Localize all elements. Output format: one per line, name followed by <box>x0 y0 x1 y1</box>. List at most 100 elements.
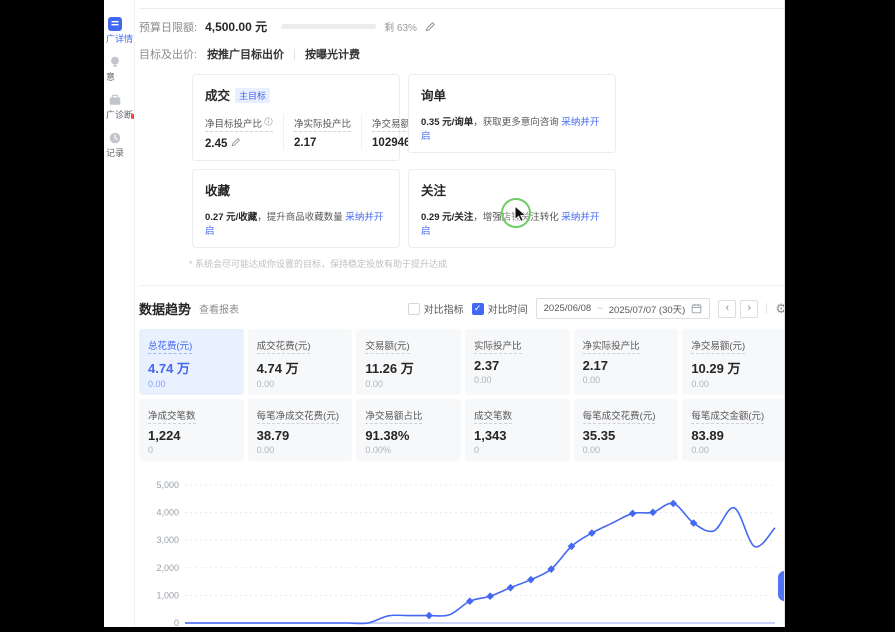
sidebar-item-diagnosis[interactable]: 广诊断 <box>106 92 133 121</box>
trend-metric-card[interactable]: 每笔成交金额(元) 83.89 0.00 <box>682 399 785 461</box>
mouse-cursor-icon <box>512 205 528 223</box>
svg-text:1,000: 1,000 <box>156 590 179 600</box>
metric-label: 成交笔数 <box>474 411 512 424</box>
goal-bid-label: 目标及出价: <box>139 46 197 62</box>
sidebar-item-label: 意 <box>106 70 115 83</box>
deal-metric: 净目标投产比 2.45 <box>205 114 283 150</box>
metric-label: 总花费(元) <box>148 341 192 354</box>
sidebar-item-idea[interactable]: 意 <box>106 54 122 83</box>
metric-value: 2.37 <box>474 358 561 373</box>
budget-remaining: 剩 63% <box>384 19 417 34</box>
trend-title: 数据趋势 <box>139 299 191 318</box>
trend-metric-card[interactable]: 净实际投产比 2.17 0.00 <box>574 329 679 395</box>
metric-value: 83.89 <box>691 428 778 443</box>
main-content: 预算日限额: 4,500.00 元 剩 63% 目标及出价: 按推广目标出价 按… <box>135 0 785 627</box>
trend-metric-card[interactable]: 净交易额占比 91.38% 0.00% <box>356 399 461 461</box>
budget-row: 预算日限额: 4,500.00 元 剩 63% <box>139 18 785 35</box>
metric-compare-value: 0.00 <box>148 379 235 389</box>
metric-value: 10.29 万 <box>691 358 778 377</box>
compare-time-label: 对比时间 <box>488 301 528 316</box>
section-divider <box>139 285 785 286</box>
goal-card-inquiry[interactable]: 询单 0.35 元/询单，获取更多意向咨询 采纳并开启 <box>408 74 616 153</box>
view-report-link[interactable]: 查看报表 <box>199 301 239 316</box>
deal-metric: 净实际投产比 2.17 <box>283 114 361 150</box>
edit-budget-button[interactable] <box>425 21 436 32</box>
settings-gear-icon[interactable]: ⚙ <box>775 301 785 317</box>
compare-time-toggle[interactable]: ✓ 对比时间 <box>472 301 528 316</box>
trend-header: 数据趋势 查看报表 对比指标 ✓ 对比时间 2025/06/08 ~ 2025/0… <box>139 298 785 319</box>
calendar-icon <box>691 303 702 314</box>
trend-metric-card[interactable]: 成交笔数 1,343 0 <box>465 399 570 461</box>
metric-compare-value: 0.00 <box>257 445 344 455</box>
sidebar-item-campaign-detail[interactable]: 广详情 <box>106 16 133 45</box>
metric-value: 2.45 <box>205 138 227 150</box>
metric-value: 2.17 <box>294 137 316 149</box>
metric-compare-value: 0.00 <box>365 379 452 389</box>
sidebar-item-label: 广详情 <box>106 32 133 45</box>
metric-compare-value: 0.00 <box>583 445 670 455</box>
svg-text:5,000: 5,000 <box>156 480 179 490</box>
bid-by-goal-tab[interactable]: 按推广目标出价 <box>207 46 284 62</box>
metric-compare-value: 0 <box>474 445 561 455</box>
history-icon <box>107 130 122 145</box>
sidebar-item-label: 记录 <box>106 146 124 159</box>
info-icon[interactable] <box>264 117 273 129</box>
trend-metric-card[interactable]: 总花费(元) 4.74 万 0.00 <box>139 329 244 395</box>
metric-compare-value: 0.00 <box>691 445 778 455</box>
trend-metric-card[interactable]: 交易额(元) 11.26 万 0.00 <box>356 329 461 395</box>
metric-value: 1,224 <box>148 428 235 443</box>
primary-goal-badge: 主目标 <box>235 88 270 103</box>
goal-note: * 系统会尽可能达成你设置的目标，保持稳定投放有助于提升达成 <box>189 257 785 270</box>
prev-period-button[interactable]: ‹ <box>718 300 736 318</box>
metric-value: 4.74 万 <box>257 358 344 377</box>
metric-label: 成交花费(元) <box>257 341 311 354</box>
trend-metric-grid: 总花费(元) 4.74 万 0.00 成交花费(元) 4.74 万 0.00 交… <box>139 329 785 461</box>
follow-price: 0.29 元/关注 <box>421 212 473 223</box>
svg-text:3,000: 3,000 <box>156 535 179 545</box>
metric-label: 净实际投产比 <box>294 116 351 130</box>
trend-metric-card[interactable]: 净成交笔数 1,224 0 <box>139 399 244 461</box>
trend-metric-card[interactable]: 成交花费(元) 4.74 万 0.00 <box>248 329 353 395</box>
metric-compare-value: 0.00 <box>474 375 561 385</box>
goal-card-deal[interactable]: 成交主目标 净目标投产比 2.45 净实际投产比 2.17 <box>192 74 400 161</box>
metric-compare-value: 0.00 <box>257 379 344 389</box>
favorite-desc: ，提升商品收藏数量 <box>257 212 345 223</box>
svg-text:4,000: 4,000 <box>156 508 179 518</box>
metric-value: 11.26 万 <box>365 358 452 377</box>
metric-label: 净交易额占比 <box>365 411 422 424</box>
svg-text:2,000: 2,000 <box>156 563 179 573</box>
metric-compare-value: 0.00 <box>691 379 778 389</box>
sidebar-item-label: 广诊断 <box>106 108 133 121</box>
bid-by-impression-tab[interactable]: 按曝光计费 <box>305 46 360 62</box>
metric-label: 净实际投产比 <box>583 341 640 354</box>
budget-progress-bar <box>281 24 376 29</box>
floating-side-button[interactable] <box>778 571 785 601</box>
date-pager: ‹ › <box>718 300 758 318</box>
edit-bid-button[interactable] <box>231 137 241 150</box>
trend-metric-card[interactable]: 实际投产比 2.37 0.00 <box>465 329 570 395</box>
trend-controls: 对比指标 ✓ 对比时间 2025/06/08 ~ 2025/07/07 (30天)… <box>408 298 785 319</box>
sidebar-item-history[interactable]: 记录 <box>106 130 124 159</box>
goal-card-title: 成交 <box>205 85 230 104</box>
goal-bid-row: 目标及出价: 按推广目标出价 按曝光计费 <box>139 46 785 62</box>
pencil-icon <box>425 21 436 32</box>
goal-card-favorite[interactable]: 收藏 0.27 元/收藏，提升商品收藏数量 采纳并开启 <box>192 169 400 248</box>
inquiry-price: 0.35 元/询单 <box>421 117 473 128</box>
trend-metric-card[interactable]: 净交易额(元) 10.29 万 0.00 <box>682 329 785 395</box>
compare-metric-toggle[interactable]: 对比指标 <box>408 301 464 316</box>
metric-compare-value: 0 <box>148 445 235 455</box>
budget-label: 预算日限额: <box>139 19 197 35</box>
metric-label: 净交易额(元) <box>691 341 745 354</box>
metric-compare-value: 0.00% <box>365 445 452 455</box>
svg-text:0: 0 <box>174 618 179 627</box>
trend-metric-card[interactable]: 每笔成交花费(元) 35.35 0.00 <box>574 399 679 461</box>
next-period-button[interactable]: › <box>740 300 758 318</box>
trend-metric-card[interactable]: 每笔净成交花费(元) 38.79 0.00 <box>248 399 353 461</box>
idea-icon <box>107 54 122 69</box>
compare-metric-checkbox[interactable] <box>408 303 420 315</box>
compare-metric-label: 对比指标 <box>424 301 464 316</box>
inquiry-desc: ，获取更多意向咨询 <box>473 117 561 128</box>
date-range-picker[interactable]: 2025/06/08 ~ 2025/07/07 (30天) <box>536 298 711 319</box>
divider <box>294 49 295 60</box>
compare-time-checkbox[interactable]: ✓ <box>472 303 484 315</box>
